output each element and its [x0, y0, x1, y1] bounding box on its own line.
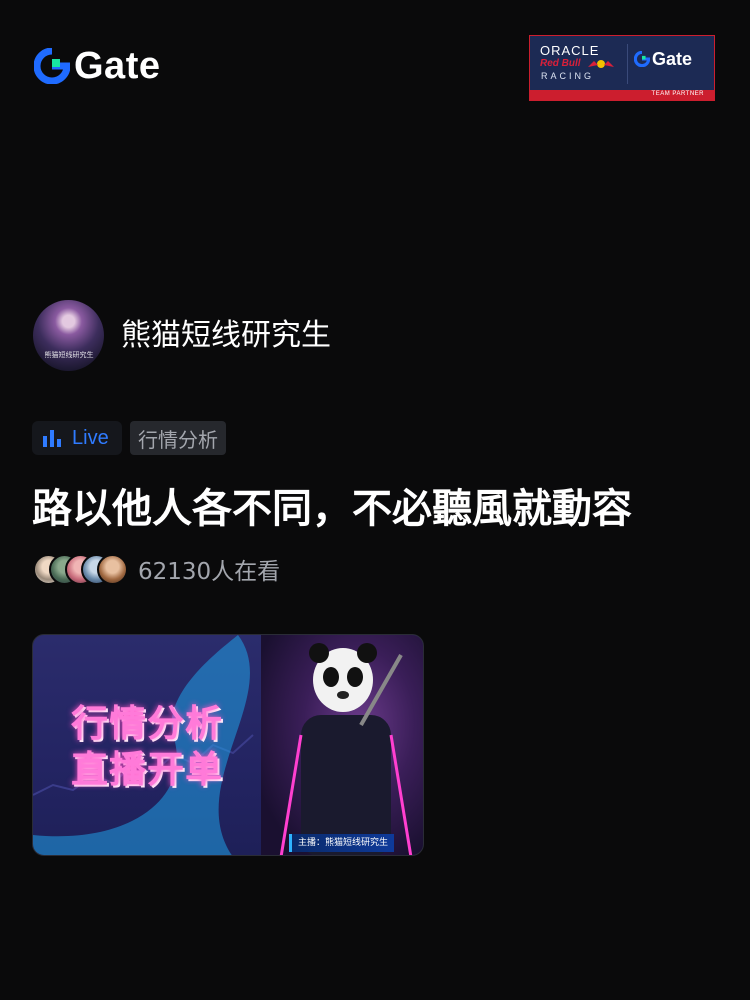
thumbnail-line-2: 直播开单: [71, 748, 223, 791]
viewer-count: 62130人在看: [138, 559, 281, 585]
gate-logo[interactable]: Gate: [34, 45, 161, 87]
panda-figure-icon: [279, 643, 413, 855]
live-label: Live: [72, 426, 109, 449]
stream-title: 路以他人各不同，不必聽風就動容: [32, 486, 632, 532]
team-partner-label: TEAM PARTNER: [651, 91, 704, 97]
partner-badge: ORACLE Red Bull RACING Gate TEAM PARTNER: [529, 35, 715, 101]
thumbnail-host-badge: 主播：熊猫短线研究生: [289, 834, 395, 852]
gate-logo-icon: [34, 48, 70, 84]
viewer-avatar: [97, 553, 128, 585]
live-stream-page: Gate ORACLE Red Bull RACING Gate TEAM PA…: [0, 0, 750, 1000]
racing-wordmark: RACING: [541, 71, 595, 81]
host-avatar[interactable]: 熊猫短线研究生: [33, 300, 104, 371]
team-partner-strip: TEAM PARTNER: [530, 90, 714, 100]
category-tag[interactable]: 行情分析: [130, 421, 226, 455]
redbull-wordmark: Red Bull: [540, 58, 581, 69]
partner-gate-text: Gate: [652, 49, 693, 69]
thumbnail-line-1: 行情分析: [71, 702, 223, 745]
live-bars-icon: [43, 430, 61, 447]
partner-divider: [627, 44, 628, 84]
thumbnail-headline: 行情分析 直播开单: [71, 701, 223, 793]
gate-logo-icon: [634, 51, 650, 67]
live-badge: Live: [32, 421, 122, 455]
redbull-bull-icon: [588, 60, 614, 68]
gate-logo-text: Gate: [74, 45, 161, 87]
stream-thumbnail[interactable]: 行情分析 直播开单 主播：熊猫短线研究生: [32, 634, 424, 856]
host-name[interactable]: 熊猫短线研究生: [121, 318, 331, 354]
panda-artwork: [261, 635, 423, 855]
oracle-wordmark: ORACLE: [540, 43, 600, 58]
viewer-row: 62130人在看: [33, 552, 280, 586]
host-avatar-caption: 熊猫短线研究生: [44, 351, 94, 359]
partner-gate-logo: Gate: [634, 50, 692, 68]
